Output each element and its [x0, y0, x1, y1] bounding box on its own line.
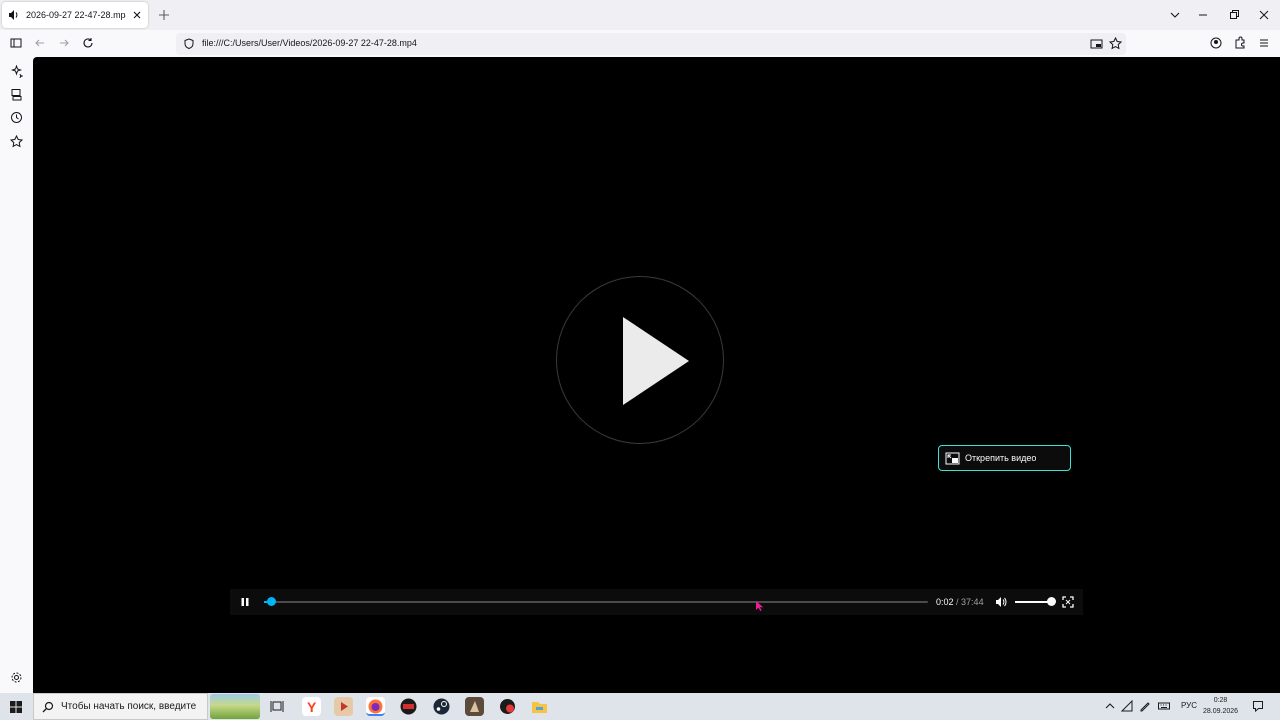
menu-icon[interactable]	[1257, 36, 1271, 50]
pip-toggle-label: Открепить видео	[965, 453, 1037, 463]
search-placeholder: Чтобы начать поиск, введите	[61, 701, 197, 712]
notifications-icon[interactable]	[1252, 700, 1264, 712]
yandex-browser-icon[interactable]: Y	[302, 697, 321, 716]
clock-date: 28.09.2026	[1203, 708, 1239, 715]
steam-icon[interactable]	[432, 697, 451, 716]
media-player-icon[interactable]	[334, 697, 353, 716]
pause-button[interactable]	[240, 597, 250, 607]
pip-toggle-button[interactable]: Открепить видео	[938, 445, 1071, 471]
cheat-engine-icon[interactable]	[498, 697, 517, 716]
show-hidden-icons-icon[interactable]	[1104, 700, 1116, 712]
sidebar-toggle-icon[interactable]	[9, 36, 23, 50]
firefox-icon[interactable]	[366, 697, 385, 716]
close-tab-icon[interactable]	[132, 10, 142, 20]
language-indicator[interactable]: РУС	[1181, 701, 1197, 710]
minimize-icon[interactable]	[1196, 8, 1210, 22]
close-window-icon[interactable]	[1257, 8, 1271, 22]
current-time: 0:02	[936, 597, 954, 607]
clock[interactable]: 0:28 28.09.2026	[1203, 695, 1238, 717]
volume-fill	[1015, 601, 1051, 603]
search-highlight-image[interactable]	[210, 694, 260, 719]
bookmarks-icon[interactable]	[10, 135, 23, 148]
navigation-bar: file:///C:/Users/User/Videos/2026-09-27 …	[0, 30, 1280, 57]
svg-text:Y: Y	[307, 699, 317, 715]
forward-icon[interactable]	[57, 36, 71, 50]
video-controls: 0:02 / 37:44	[230, 589, 1083, 615]
taskbar: Чтобы начать поиск, введите Y РУС 0:28 2…	[0, 693, 1280, 720]
back-icon[interactable]	[33, 36, 47, 50]
network-icon[interactable]	[1121, 700, 1133, 712]
restore-icon[interactable]	[1227, 8, 1241, 22]
file-explorer-icon[interactable]	[530, 697, 549, 716]
list-all-tabs-icon[interactable]	[1168, 8, 1182, 22]
tab-video[interactable]: 2026-09-27 22-47-28.mp4	[2, 2, 148, 28]
fullscreen-button[interactable]	[1062, 596, 1074, 608]
reload-icon[interactable]	[81, 36, 95, 50]
sidebar	[0, 57, 33, 693]
app-red-black-icon[interactable]	[399, 697, 418, 716]
time-display: 0:02 / 37:44	[936, 597, 984, 607]
windows-start-icon[interactable]	[10, 701, 22, 713]
history-icon[interactable]	[10, 111, 23, 124]
keyboard-icon[interactable]	[1158, 700, 1170, 712]
url-bar[interactable]: file:///C:/Users/User/Videos/2026-09-27 …	[176, 33, 1126, 55]
synced-tabs-icon[interactable]	[10, 88, 23, 101]
progress-scrubber[interactable]	[264, 597, 928, 606]
customize-sidebar-gear-icon[interactable]	[10, 671, 23, 684]
account-icon[interactable]	[1209, 36, 1223, 50]
volume-slider[interactable]	[1015, 597, 1056, 606]
tab-strip: 2026-09-27 22-47-28.mp4	[0, 0, 1280, 30]
task-view-icon[interactable]	[270, 700, 284, 713]
bluetooth-pen-icon[interactable]	[1139, 700, 1151, 712]
mute-button[interactable]	[995, 596, 1007, 608]
new-tab-icon[interactable]	[156, 7, 172, 23]
picture-in-picture-icon[interactable]	[1090, 38, 1103, 50]
taskbar-search[interactable]: Чтобы начать поиск, введите	[33, 693, 208, 720]
tab-title: 2026-09-27 22-47-28.mp4	[26, 10, 126, 20]
big-play-button[interactable]	[556, 276, 724, 444]
game-app-icon[interactable]	[465, 697, 484, 716]
clock-time: 0:28	[1213, 697, 1228, 704]
speaker-icon[interactable]	[8, 9, 20, 21]
video-player[interactable]: Открепить видео 0:02 / 37:44	[33, 57, 1280, 693]
bookmark-star-icon[interactable]	[1109, 37, 1122, 50]
pip-toggle-icon	[945, 452, 960, 464]
search-icon	[42, 701, 54, 712]
site-info-icon[interactable]	[183, 38, 195, 50]
play-icon	[623, 317, 689, 405]
extensions-icon[interactable]	[1233, 36, 1247, 50]
duration: / 37:44	[956, 597, 984, 607]
volume-thumb[interactable]	[1047, 597, 1056, 606]
mouse-cursor-icon	[756, 601, 764, 611]
ai-chatbot-icon[interactable]	[10, 65, 23, 78]
progress-thumb[interactable]	[266, 597, 276, 606]
url-text: file:///C:/Users/User/Videos/2026-09-27 …	[202, 38, 417, 48]
